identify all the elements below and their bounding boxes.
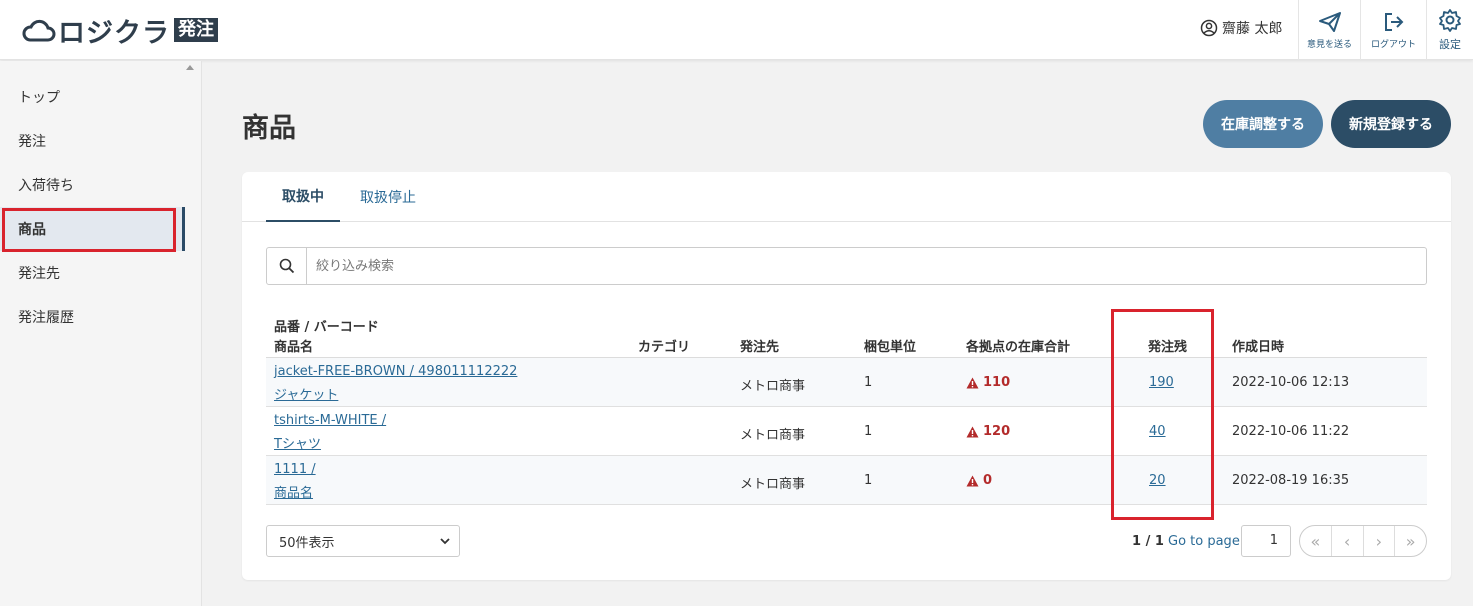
- logo-badge: 発注: [174, 18, 218, 42]
- new-product-button[interactable]: 新規登録する: [1331, 100, 1451, 148]
- per-page-value: 50件表示: [279, 535, 335, 551]
- pack-unit-cell: 1: [864, 473, 873, 488]
- column-header-pack-unit: 梱包単位: [864, 340, 917, 355]
- logout-icon: [1384, 12, 1403, 31]
- settings-label: 設定: [1439, 38, 1461, 51]
- sidebar-item-label: トップ: [18, 90, 60, 106]
- search-box: [266, 247, 1427, 285]
- sidebar-item-awaiting-arrival[interactable]: 入荷待ち: [0, 163, 184, 207]
- stock-total-cell: 120: [966, 424, 1010, 439]
- feedback-button[interactable]: 意見を送る: [1298, 0, 1360, 60]
- product-code-link[interactable]: tshirts-M-WHITE /: [274, 413, 386, 428]
- cloud-logo-icon: [22, 19, 56, 42]
- search-icon-glyph: [279, 258, 294, 274]
- supplier-cell: メトロ商事: [740, 428, 806, 443]
- user-menu[interactable]: 齋藤 太郎: [1200, 18, 1282, 38]
- stock-total-cell: 0: [966, 473, 992, 488]
- user-name: 齋藤 太郎: [1222, 21, 1283, 37]
- page-info: 1 / 1: [1132, 534, 1164, 549]
- last-page-icon[interactable]: »: [1394, 526, 1426, 556]
- column-header-supplier: 発注先: [740, 340, 780, 355]
- feedback-label: 意見を送る: [1306, 39, 1352, 50]
- pack-unit-cell: 1: [864, 375, 873, 390]
- tabs: 取扱中 取扱停止: [242, 172, 1451, 222]
- table-row: jacket-FREE-BROWN / 498011112222 ジャケット メ…: [266, 358, 1427, 407]
- sidebar-item-order-history[interactable]: 発注履歴: [0, 295, 184, 339]
- settings-button[interactable]: 設定: [1426, 0, 1473, 60]
- products-card: 取扱中 取扱停止 品番 / バーコード 商品名 カテゴリ 発注先 梱包単位 各拠…: [242, 172, 1451, 580]
- column-header-created-at: 作成日時: [1232, 340, 1285, 355]
- sidebar-item-order[interactable]: 発注: [0, 119, 184, 163]
- stock-total-value: 120: [983, 424, 1011, 439]
- table-row: tshirts-M-WHITE / Tシャツ メトロ商事 1 120 40 20…: [266, 407, 1427, 456]
- warning-icon: [966, 475, 979, 486]
- app-logo[interactable]: ロジクラ 発注: [22, 14, 218, 49]
- sidebar-item-label: 発注履歴: [18, 310, 74, 326]
- stock-total-cell: 110: [966, 375, 1010, 390]
- pack-unit-cell: 1: [864, 424, 873, 439]
- sidebar-item-label: 入荷待ち: [18, 178, 74, 194]
- supplier-cell: メトロ商事: [740, 477, 806, 492]
- warning-icon: [966, 426, 979, 437]
- chevron-down-icon: [440, 538, 450, 545]
- page-title: 商品: [242, 113, 296, 144]
- adjust-stock-button[interactable]: 在庫調整する: [1203, 100, 1323, 148]
- product-name-link[interactable]: ジャケット: [274, 384, 338, 403]
- scroll-up-arrow-icon[interactable]: [186, 65, 194, 70]
- sidebar-item-top[interactable]: トップ: [0, 75, 184, 119]
- prev-page-icon[interactable]: ‹: [1330, 526, 1363, 556]
- page-number-input[interactable]: 1: [1241, 525, 1291, 557]
- product-code-link[interactable]: jacket-FREE-BROWN / 498011112222: [274, 364, 517, 379]
- search-icon[interactable]: [267, 248, 307, 284]
- column-header-name: 商品名: [274, 340, 314, 355]
- created-at-cell: 2022-08-19 16:35: [1232, 473, 1350, 488]
- column-header-category: カテゴリ: [638, 340, 691, 355]
- pagination-controls: « ‹ › »: [1299, 525, 1427, 557]
- search-input[interactable]: [308, 248, 1423, 284]
- user-icon: [1200, 19, 1218, 37]
- app-header: ロジクラ 発注 齋藤 太郎 意見を送る ログアウト 設定: [0, 0, 1473, 60]
- logo-text: ロジクラ: [58, 17, 170, 49]
- column-header-stock-total: 各拠点の在庫合計: [966, 340, 1071, 355]
- logout-label: ログアウト: [1370, 39, 1416, 50]
- product-name-link[interactable]: 商品名: [274, 482, 313, 501]
- tab-active-products[interactable]: 取扱中: [266, 172, 340, 222]
- first-page-icon[interactable]: «: [1300, 526, 1331, 556]
- supplier-cell: メトロ商事: [740, 379, 806, 394]
- column-header-code: 品番 / バーコード: [274, 320, 379, 335]
- stock-total-value: 0: [983, 473, 993, 488]
- sidebar-item-suppliers[interactable]: 発注先: [0, 251, 184, 295]
- sidebar-item-label: 発注: [18, 134, 46, 150]
- gear-icon: [1439, 9, 1461, 32]
- product-name-link[interactable]: Tシャツ: [274, 433, 321, 452]
- send-icon: [1318, 11, 1341, 32]
- created-at-cell: 2022-10-06 11:22: [1232, 424, 1350, 439]
- sidebar: トップ 発注 入荷待ち 商品 発注先 発注履歴: [0, 61, 202, 606]
- go-to-page-label: Go to page: [1168, 534, 1240, 549]
- table-row: 1111 / 商品名 メトロ商事 1 0 20 2022-08-19 16:35: [266, 456, 1427, 505]
- product-code-link[interactable]: 1111 /: [274, 462, 316, 477]
- next-page-icon[interactable]: ›: [1362, 526, 1395, 556]
- sidebar-item-label: 発注先: [18, 266, 60, 282]
- per-page-select[interactable]: 50件表示: [266, 525, 460, 557]
- stock-total-value: 110: [983, 375, 1011, 390]
- highlight-box-order-remaining: [1111, 309, 1214, 520]
- warning-icon: [966, 377, 979, 388]
- tab-discontinued-products[interactable]: 取扱停止: [348, 172, 428, 222]
- logout-button[interactable]: ログアウト: [1360, 0, 1426, 60]
- highlight-box-sidebar: [2, 208, 176, 252]
- created-at-cell: 2022-10-06 12:13: [1232, 375, 1350, 390]
